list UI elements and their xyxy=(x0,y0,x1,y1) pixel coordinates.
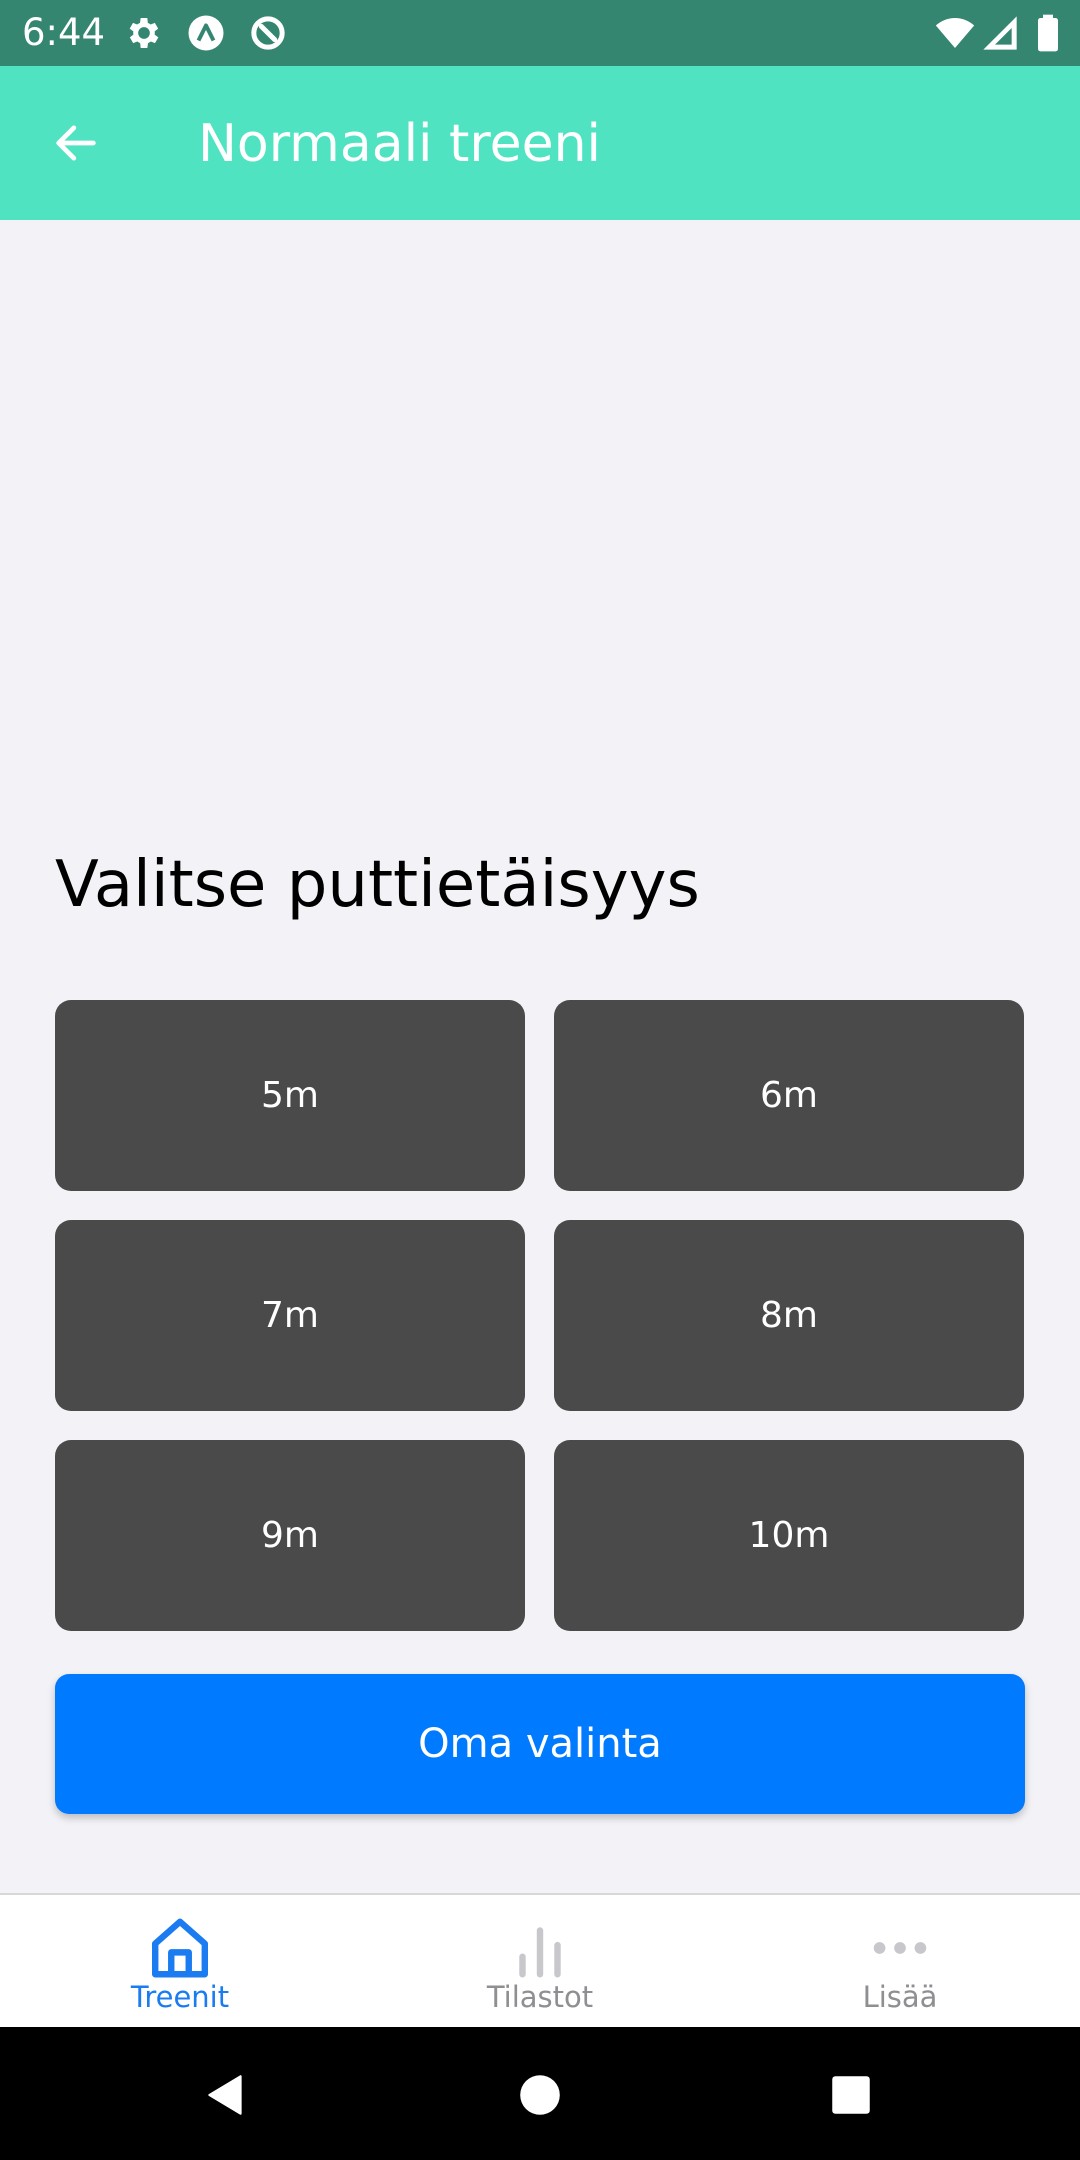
status-bar: 6:44 xyxy=(0,0,1080,66)
distance-option-button[interactable]: 8m xyxy=(554,1220,1024,1411)
recents-square-icon xyxy=(832,2076,870,2114)
system-back-button[interactable] xyxy=(188,2057,264,2133)
status-time: 6:44 xyxy=(22,11,106,54)
back-triangle-icon xyxy=(208,2075,242,2115)
distance-option-button[interactable]: 9m xyxy=(55,1440,525,1631)
app-bar: Normaali treeni xyxy=(0,66,1080,220)
wifi-icon xyxy=(935,18,975,48)
system-recents-button[interactable] xyxy=(813,2057,889,2133)
bar-chart-icon xyxy=(519,1927,561,1978)
distance-option-button[interactable]: 10m xyxy=(554,1440,1024,1631)
app-a-icon xyxy=(188,15,224,51)
more-dots-icon xyxy=(873,1942,927,1954)
tab-tilastot[interactable]: Tilastot xyxy=(360,1895,720,2029)
home-icon xyxy=(152,1918,208,1978)
tab-label: Treenit xyxy=(130,1980,230,2014)
section-heading: Valitse puttietäisyys xyxy=(55,848,700,922)
system-home-button[interactable] xyxy=(502,2057,578,2133)
battery-icon xyxy=(1038,14,1058,52)
distance-option-button[interactable]: 6m xyxy=(554,1000,1024,1191)
distance-option-button[interactable]: 5m xyxy=(55,1000,525,1191)
system-nav-bar xyxy=(0,2027,1080,2160)
settings-icon xyxy=(129,18,159,48)
home-circle-icon xyxy=(520,2075,560,2115)
tab-label: Tilastot xyxy=(486,1980,594,2014)
back-button[interactable] xyxy=(36,110,116,176)
tab-lisaa[interactable]: Lisää xyxy=(720,1895,1080,2029)
cell-signal-icon xyxy=(983,16,1017,50)
arrow-left-icon xyxy=(56,125,96,161)
app-sync-icon xyxy=(251,16,285,50)
bottom-tab-bar: Treenit Tilastot Lisää xyxy=(0,1893,1080,2029)
tab-treenit[interactable]: Treenit xyxy=(0,1895,360,2029)
distance-options-grid: 5m 6m 7m 8m 9m 10m xyxy=(55,1000,1025,1631)
distance-option-button[interactable]: 7m xyxy=(55,1220,525,1411)
custom-choice-button[interactable]: Oma valinta xyxy=(55,1674,1025,1814)
page-title: Normaali treeni xyxy=(198,114,601,174)
screen: 6:44 Normaali treeni Valitse puttietäisy… xyxy=(0,0,1080,2160)
tab-label: Lisää xyxy=(862,1980,938,2014)
